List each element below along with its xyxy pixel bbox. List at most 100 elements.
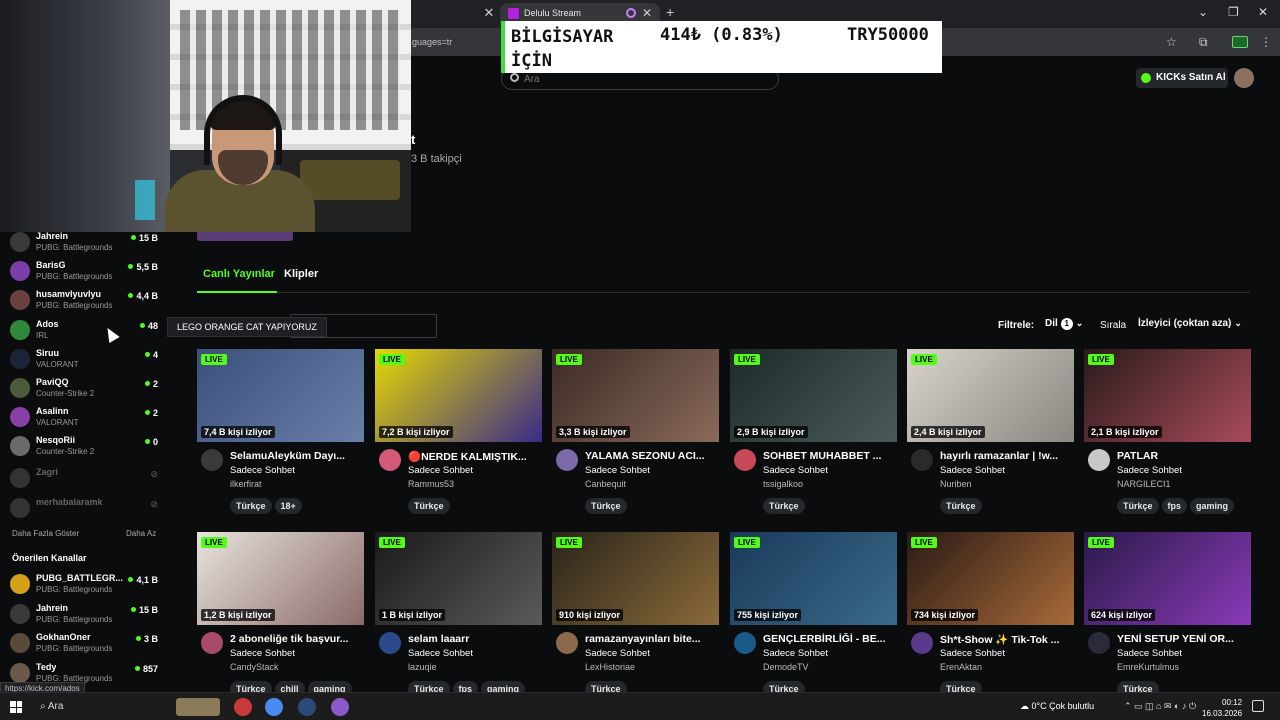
stream-thumbnail[interactable]: LIVE 624 kişi izliyor [1084,532,1251,625]
stream-thumbnail[interactable]: LIVE 7,4 B kişi izliyor [197,349,364,442]
streamer-name[interactable]: ErenAktan [940,662,982,672]
stream-card[interactable]: LIVE 734 kişi izliyor Sh*t-Show ✨ Tik-Tok … [907,532,1074,700]
show-more-link[interactable]: Daha Fazla Göster [12,529,79,538]
stream-category[interactable]: Sadece Sohbet [408,648,473,659]
stream-title[interactable]: ramazanyayınları bite... [585,633,717,645]
stream-thumbnail[interactable]: LIVE 1,2 B kişi izliyor [197,532,364,625]
stream-thumbnail[interactable]: LIVE 910 kişi izliyor [552,532,719,625]
sidebar-channel-item[interactable]: Zagri ⊘ [10,465,160,493]
sidebar-channel-item[interactable]: Asalinn VALORANT 2 [10,404,160,432]
stream-title[interactable]: Sh*t-Show ✨ Tik-Tok ... [940,633,1072,646]
sidebar-channel-item[interactable]: husamvlyuvlyu PUBG: Battlegrounds 4,4 B [10,287,160,315]
stream-card[interactable]: LIVE 2,4 B kişi izliyor hayırlı ramazanlar… [907,349,1074,517]
new-tab-icon[interactable]: + [666,4,674,20]
stream-thumbnail[interactable]: LIVE 1 B kişi izliyor [375,532,542,625]
url-text[interactable]: guages=tr [412,37,452,47]
windows-start-icon[interactable] [10,701,22,713]
tag-pill[interactable]: Türkçe [585,498,627,514]
stream-card[interactable]: LIVE 7,4 B kişi izliyor SelamuAleyküm Dayı… [197,349,364,517]
sidebar-channel-item[interactable]: PUBG_BATTLEGR... PUBG: Battlegrounds 4,1 B [10,571,160,599]
extension-badge-icon[interactable] [1232,36,1248,48]
streamer-name[interactable]: ilkerfirat [230,479,262,489]
streamer-avatar[interactable] [379,632,401,654]
streamer-avatar[interactable] [911,632,933,654]
sidebar-channel-item[interactable]: Ados IRL 48 [10,317,160,345]
stream-title[interactable]: GENÇLERBİRLİĞİ - BE... [763,633,895,645]
clock[interactable]: 00:12 16.03.2026 [1202,697,1242,719]
stream-title[interactable]: SOHBET MUHABBET ... [763,450,895,462]
stream-category[interactable]: Sadece Sohbet [940,465,1005,476]
stream-card[interactable]: LIVE 2,9 B kişi izliyor SOHBET MUHABBET ..… [730,349,897,517]
tag-pill[interactable]: gaming [1190,498,1235,514]
streamer-name[interactable]: CandyStack [230,662,279,672]
sidebar-channel-item[interactable]: NesqoRii Counter-Strike 2 0 [10,433,160,461]
stream-thumbnail[interactable]: LIVE 2,4 B kişi izliyor [907,349,1074,442]
stream-category[interactable]: Sadece Sohbet [1117,465,1182,476]
tag-pill[interactable]: Türkçe [763,498,805,514]
sidebar-channel-item[interactable]: GokhanOner PUBG: Battlegrounds 3 B [10,630,160,658]
stream-thumbnail[interactable]: LIVE 3,3 B kişi izliyor [552,349,719,442]
stream-title[interactable]: SelamuAleyküm Dayı... [230,450,362,462]
stream-thumbnail[interactable]: LIVE 7,2 B kişi izliyor [375,349,542,442]
streamer-name[interactable]: EmreKurtulmus [1117,662,1179,672]
sidebar-channel-item[interactable]: merhabalaramk ⊘ [10,495,160,523]
search-input[interactable] [524,72,764,86]
notification-icon[interactable] [1252,700,1264,712]
extensions-icon[interactable]: ⧉ [1199,35,1208,50]
stream-thumbnail[interactable]: LIVE 2,9 B kişi izliyor [730,349,897,442]
stream-thumbnail[interactable]: LIVE 734 kişi izliyor [907,532,1074,625]
close-tab-icon[interactable]: ✕ [642,6,652,20]
stream-card[interactable]: LIVE 624 kişi izliyor YENİ SETUP YENİ OR..… [1084,532,1251,700]
streamer-name[interactable]: DemodeTV [763,662,809,672]
sidebar-channel-item[interactable]: Siruu VALORANT 4 [10,346,160,374]
stream-category[interactable]: Sadece Sohbet [940,648,1005,659]
stream-card[interactable]: LIVE 1,2 B kişi izliyor 2 aboneliğe tik ba… [197,532,364,700]
streamer-avatar[interactable] [556,632,578,654]
stream-title[interactable]: 2 aboneliğe tik başvur... [230,633,362,645]
streamer-name[interactable]: Nuriben [940,479,972,489]
stream-category[interactable]: Sadece Sohbet [763,648,828,659]
stream-category[interactable]: Sadece Sohbet [1117,648,1182,659]
tab-clips[interactable]: Klipler [284,268,318,280]
sidebar-channel-item[interactable]: BarisG PUBG: Battlegrounds 5,5 B [10,258,160,286]
streamer-avatar[interactable] [734,632,756,654]
streamer-avatar[interactable] [556,449,578,471]
stream-category[interactable]: Sadece Sohbet [408,465,473,476]
stream-title[interactable]: hayırlı ramazanlar | !w... [940,450,1072,462]
sidebar-channel-item[interactable]: Jahrein PUBG: Battlegrounds 15 B [10,229,160,257]
stream-category[interactable]: Sadece Sohbet [585,465,650,476]
stream-card[interactable]: LIVE 910 kişi izliyor ramazanyayınları bit… [552,532,719,700]
streamer-name[interactable]: Rammus53 [408,479,454,489]
close-icon[interactable]: ✕ [483,6,495,20]
stream-category[interactable]: Sadece Sohbet [585,648,650,659]
stream-title[interactable]: 🔴NERDE KALMIŞTIK... [408,450,540,463]
buy-kicks-button[interactable]: KICKs Satın Al [1136,68,1228,88]
tag-pill[interactable]: Türkçe [1117,498,1159,514]
user-avatar[interactable] [1234,68,1254,88]
bookmark-star-icon[interactable]: ☆ [1166,35,1177,49]
streamer-avatar[interactable] [1088,632,1110,654]
steam-icon[interactable] [298,698,316,716]
stream-card[interactable]: LIVE 2,1 B kişi izliyor PATLAR Sadece Sohbe… [1084,349,1251,517]
tag-pill[interactable]: 18+ [274,498,302,514]
stream-title[interactable]: YALAMA SEZONU ACI... [585,450,717,462]
stream-title[interactable]: PATLAR [1117,450,1249,462]
stream-category[interactable]: Sadece Sohbet [763,465,828,476]
streamer-avatar[interactable] [201,449,223,471]
window-close-icon[interactable]: ✕ [1258,5,1268,19]
tag-pill[interactable]: Türkçe [230,498,272,514]
sidebar-channel-item[interactable]: PaviQQ Counter-Strike 2 2 [10,375,160,403]
stream-title[interactable]: selam laaarr [408,633,540,645]
taskbar-search[interactable]: ⌕ Ara [40,701,63,712]
discord-icon[interactable] [331,698,349,716]
restore-icon[interactable]: ❐ [1228,5,1239,19]
menu-kebab-icon[interactable]: ⋮ [1260,35,1272,49]
stream-thumbnail[interactable]: LIVE 2,1 B kişi izliyor [1084,349,1251,442]
sidebar-channel-item[interactable]: Jahrein PUBG: Battlegrounds 15 B [10,601,160,629]
stream-category[interactable]: Sadece Sohbet [230,465,295,476]
streamer-name[interactable]: lazuqie [408,662,437,672]
streamer-name[interactable]: tssigalkoo [763,479,803,489]
streamer-name[interactable]: Canbequit [585,479,626,489]
system-tray-icons[interactable]: ⌃ ▭ ◫ ⌂ ✉ ◐ ♪ ⏻ [1124,701,1196,712]
chrome-icon[interactable] [265,698,283,716]
